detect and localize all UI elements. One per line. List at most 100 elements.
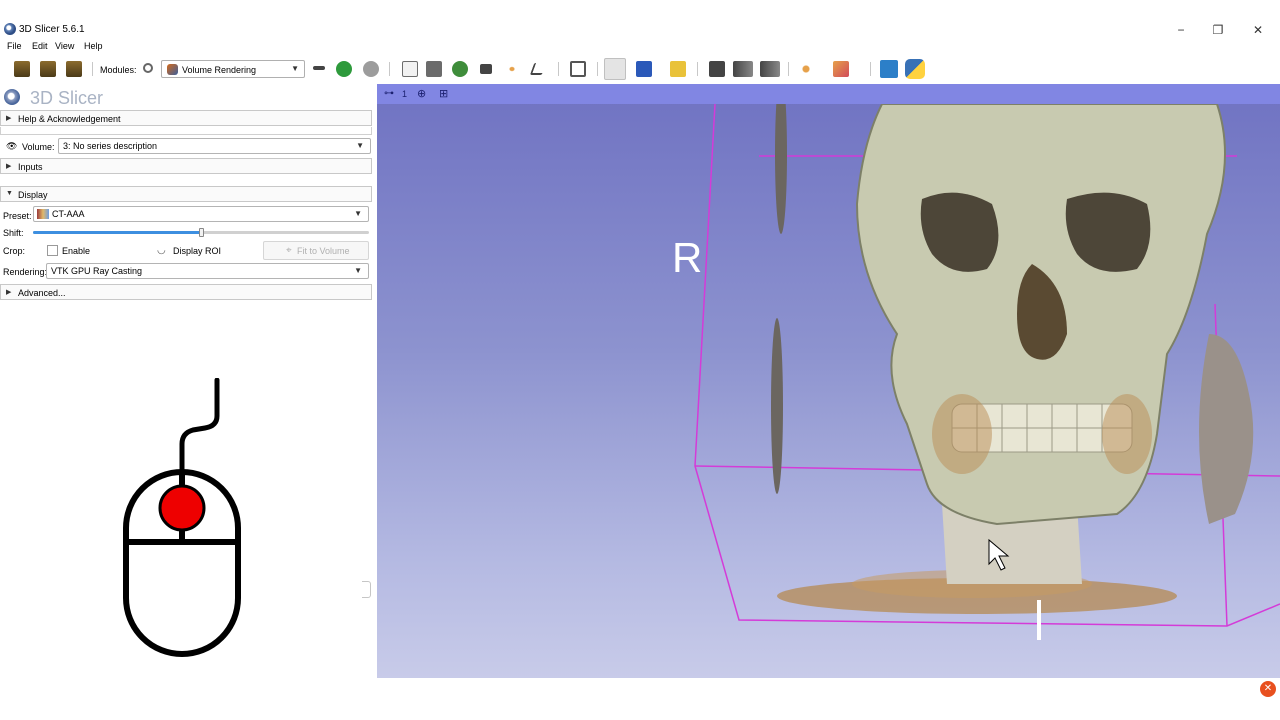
slice-disc bbox=[1199, 334, 1254, 524]
select-mode-icon[interactable] bbox=[604, 58, 626, 80]
menu-view[interactable]: View bbox=[55, 41, 74, 51]
module-panel: 3D Slicer ▶ Help & Acknowledgement 👁 Vol… bbox=[0, 84, 376, 678]
transforms-module-icon[interactable] bbox=[480, 64, 492, 74]
volume-selector[interactable]: 3: No series description ▼ bbox=[58, 138, 371, 154]
chevron-down-icon: ▼ bbox=[354, 209, 362, 218]
toolbar-separator bbox=[558, 62, 559, 76]
crop-label: Crop: bbox=[3, 246, 26, 256]
preset-selector-value: CT-AAA bbox=[52, 209, 85, 219]
slicer-logo-icon bbox=[4, 89, 20, 105]
forward-arrow-icon[interactable] bbox=[363, 61, 379, 77]
data-module-icon[interactable] bbox=[402, 61, 418, 77]
menu-bar: File Edit View Help bbox=[0, 40, 1280, 54]
layout-grid-icon[interactable]: ⊞ bbox=[439, 87, 448, 100]
toolbar-separator bbox=[870, 62, 871, 76]
menu-edit[interactable]: Edit bbox=[32, 41, 48, 51]
rendering-label: Rendering: bbox=[3, 267, 48, 277]
models-module-icon[interactable] bbox=[452, 61, 468, 77]
slicer-logo-text: 3D Slicer bbox=[30, 88, 104, 108]
mouse-middle-button-highlight bbox=[158, 484, 206, 532]
help-section-label: Help & Acknowledgement bbox=[18, 114, 121, 124]
extension-manager-icon[interactable] bbox=[880, 60, 898, 78]
display-roi-label: Display ROI bbox=[173, 246, 222, 256]
panel-scrollbar[interactable] bbox=[362, 581, 371, 598]
minimize-icon[interactable]: − bbox=[1170, 22, 1192, 38]
toolbar-separator bbox=[597, 62, 598, 76]
volumes-module-icon[interactable] bbox=[426, 61, 442, 77]
shift-label: Shift: bbox=[3, 228, 24, 238]
place-fiducial-icon[interactable] bbox=[636, 61, 652, 77]
chevron-down-icon: ▼ bbox=[354, 266, 362, 275]
module-selector[interactable]: Volume Rendering ▼ bbox=[161, 60, 305, 78]
mouse-middle-button-icon bbox=[123, 378, 241, 657]
display-section-header[interactable]: ▼ Display bbox=[0, 186, 372, 202]
shift-slider[interactable] bbox=[33, 228, 369, 237]
toolbar-separator bbox=[389, 62, 390, 76]
fit-to-volume-label: Fit to Volume bbox=[297, 246, 350, 256]
menu-help[interactable]: Help bbox=[84, 41, 103, 51]
toolbar-separator bbox=[92, 62, 93, 76]
markups-module-icon[interactable] bbox=[506, 64, 518, 74]
crop-enable-checkbox[interactable] bbox=[47, 245, 58, 256]
inputs-section-header[interactable]: ▶ Inputs bbox=[0, 158, 372, 174]
dicom-icon[interactable] bbox=[40, 61, 56, 77]
chevron-down-icon: ▼ bbox=[291, 64, 299, 73]
help-section-body bbox=[0, 127, 372, 135]
window-level-icon[interactable] bbox=[733, 61, 753, 77]
orientation-marker-inferior bbox=[1037, 600, 1041, 640]
layout-icon[interactable] bbox=[570, 61, 586, 77]
toolbar-separator bbox=[697, 62, 698, 76]
module-search-icon[interactable] bbox=[143, 63, 153, 73]
shift-slider-handle[interactable] bbox=[199, 228, 204, 237]
fit-to-volume-button[interactable]: ⌖ Fit to Volume bbox=[263, 241, 369, 260]
crosshair-mode-icon[interactable] bbox=[670, 61, 686, 77]
modules-label: Modules: bbox=[100, 65, 137, 75]
module-history-icon[interactable] bbox=[313, 66, 325, 70]
error-log-icon[interactable]: ✕ bbox=[1260, 681, 1276, 697]
preset-label: Preset: bbox=[3, 211, 32, 221]
toolbar-separator bbox=[788, 62, 789, 76]
help-section-header[interactable]: ▶ Help & Acknowledgement bbox=[0, 110, 372, 126]
center-icon: ⌖ bbox=[286, 245, 292, 256]
back-arrow-icon[interactable] bbox=[336, 61, 352, 77]
close-icon[interactable]: ✕ bbox=[1247, 22, 1269, 38]
window-title: 3D Slicer 5.6.1 bbox=[19, 24, 85, 35]
menu-file[interactable]: File bbox=[7, 41, 22, 51]
volume-label: Volume: bbox=[22, 142, 55, 152]
slice-disc bbox=[771, 318, 783, 494]
advanced-section-header[interactable]: ▶ Advanced... bbox=[0, 284, 372, 300]
preset-selector[interactable]: CT-AAA ▼ bbox=[33, 206, 369, 222]
slice-disc bbox=[775, 104, 787, 234]
expand-arrow-icon: ▶ bbox=[6, 289, 12, 296]
volume-selector-value: 3: No series description bbox=[63, 141, 158, 151]
center-view-icon[interactable]: ⊕ bbox=[417, 87, 426, 100]
volume-render-scene bbox=[694, 104, 1280, 627]
expand-arrow-icon: ▶ bbox=[6, 163, 12, 170]
slice-intersections-icon[interactable] bbox=[833, 61, 849, 77]
shift-slider-fill bbox=[33, 231, 201, 234]
crosshair-icon[interactable] bbox=[798, 61, 814, 77]
chevron-down-icon: ▼ bbox=[356, 141, 364, 150]
restore-icon[interactable]: ❐ bbox=[1207, 22, 1229, 38]
eye-icon[interactable]: 👁 bbox=[6, 141, 17, 152]
3d-view[interactable]: ⊶ 1 ⊕ ⊞ R bbox=[377, 84, 1280, 678]
rendering-method-selector[interactable]: VTK GPU Ray Casting ▼ bbox=[46, 263, 369, 279]
preset-thumbnail-icon bbox=[37, 209, 49, 219]
module-selector-value: Volume Rendering bbox=[182, 65, 257, 75]
slicer-app-icon bbox=[4, 23, 16, 35]
screenshot-icon[interactable] bbox=[709, 61, 725, 77]
orientation-label-right: R bbox=[672, 234, 703, 281]
pin-icon[interactable]: ⊶ bbox=[384, 88, 394, 99]
advanced-section-label: Advanced... bbox=[18, 288, 66, 298]
load-data-icon[interactable] bbox=[14, 61, 30, 77]
save-data-icon[interactable] bbox=[66, 61, 82, 77]
title-bar: 3D Slicer 5.6.1 − ❐ ✕ bbox=[0, 20, 1280, 40]
3d-view-controller-bar: ⊶ 1 ⊕ ⊞ bbox=[377, 84, 1280, 104]
segment-editor-icon[interactable] bbox=[529, 63, 547, 75]
display-section-label: Display bbox=[18, 190, 48, 200]
python-console-icon[interactable] bbox=[905, 59, 925, 79]
reset-window-level-icon[interactable] bbox=[760, 61, 780, 77]
crop-enable-label: Enable bbox=[62, 246, 91, 256]
eye-icon[interactable]: ◡ bbox=[157, 245, 166, 256]
view-number: 1 bbox=[402, 89, 408, 99]
